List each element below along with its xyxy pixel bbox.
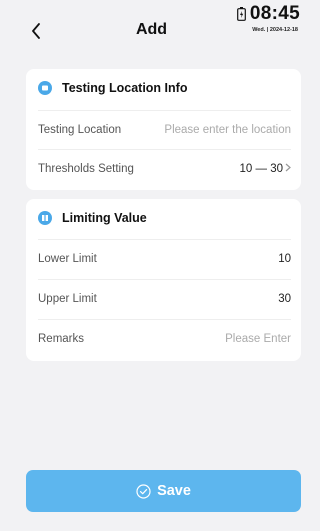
top-bar: Add 08:45 Wed. | 2024-12-18 [0,0,303,62]
thresholds-setting-value-wrap: 10 — 30 [240,163,291,175]
upper-limit-row[interactable]: Upper Limit 30 [38,279,291,317]
upper-limit-value[interactable]: 30 [278,293,291,305]
limit-value-icon [38,211,52,225]
check-circle-icon [136,483,151,499]
status-time: 08:45 [249,3,300,24]
location-info-icon [38,81,52,95]
testing-location-row[interactable]: Testing Location [38,110,291,148]
testing-location-label: Testing Location [38,123,122,136]
upper-limit-label: Upper Limit [38,292,97,305]
status-clock: 08:45 [214,3,300,25]
thresholds-setting-row[interactable]: Thresholds Setting 10 — 30 [38,149,291,187]
remarks-row[interactable]: Remarks [38,319,291,357]
thresholds-setting-value: 10 — 30 [239,162,283,175]
lower-limit-value[interactable]: 10 [278,253,291,265]
chevron-right-icon [285,163,291,175]
remarks-label: Remarks [38,332,85,345]
lower-limit-row[interactable]: Lower Limit 10 [38,239,291,277]
battery-charging-icon [236,7,246,21]
section-title: Testing Location Info [62,81,188,95]
lower-limit-label: Lower Limit [38,252,97,265]
limiting-value-card: Limiting Value Lower Limit 10 Upper Limi… [26,199,301,361]
save-button[interactable]: Save [26,470,301,512]
section-header: Limiting Value [38,211,147,225]
testing-location-card: Testing Location Info Testing Location T… [26,69,301,190]
section-title: Limiting Value [62,211,147,225]
remarks-input[interactable] [141,332,291,345]
thresholds-setting-label: Thresholds Setting [38,162,134,175]
save-button-label: Save [157,483,191,499]
section-header: Testing Location Info [38,81,187,95]
status-date: Wed. | 2024-12-18 [252,27,298,33]
testing-location-input[interactable] [141,123,291,136]
